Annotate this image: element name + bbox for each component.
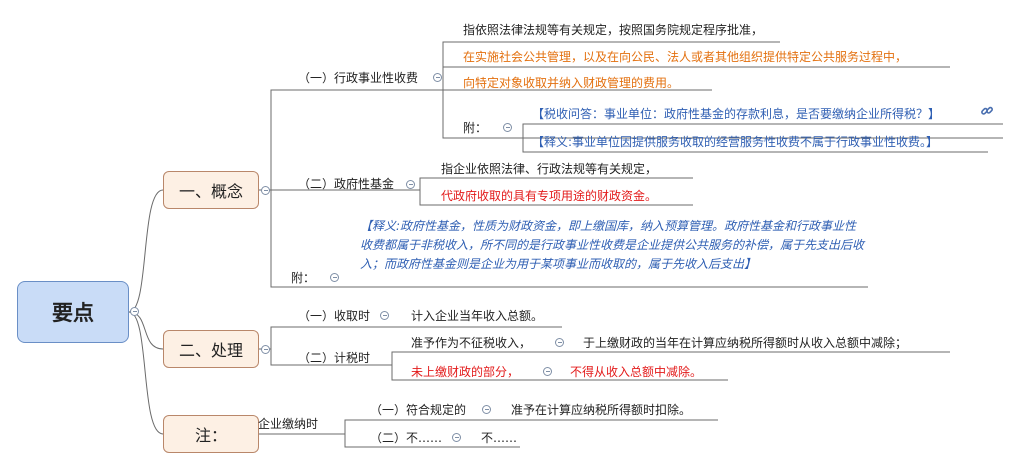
collapse-toggle-fee[interactable]: [433, 73, 442, 82]
collapse-toggle-note-item-1[interactable]: [482, 405, 491, 414]
handling-label: 二、处理: [178, 341, 243, 360]
fund-line-1: 指企业依照法律、行政法规等有关规定，: [441, 162, 658, 176]
tax-row2-label[interactable]: 未上缴财政的部分，: [411, 364, 519, 380]
tax-row1-text: 于上缴财政的当年在计算应纳税所得额时从收入总额中减除；: [583, 336, 908, 350]
note-node[interactable]: 注：: [163, 415, 259, 453]
note-item-1-text: 准予在计算应纳税所得额时扣除。: [511, 403, 692, 417]
receive-text: 计入企业当年收入总额。: [411, 309, 544, 323]
note-item-2-text: 不……: [481, 431, 518, 445]
fee-line-2: 在实施社会公共管理，以及在向公民、法人或者其他组织提供特定公共服务过程中，: [463, 50, 908, 64]
fee-label[interactable]: （一）行政事业性收费: [298, 70, 418, 86]
tax-label[interactable]: （二）计税时: [298, 350, 370, 366]
collapse-toggle-tax-row2[interactable]: [543, 367, 552, 376]
tax-row1-label[interactable]: 准予作为不征税收入，: [411, 335, 531, 351]
fund-line-2: 代政府收取的具有专项用途的财政资金。: [441, 189, 658, 203]
note-item-1-label[interactable]: （一）符合规定的: [370, 402, 466, 418]
collapse-toggle-root[interactable]: [130, 307, 139, 316]
root-label: 要点: [52, 301, 94, 325]
concept-label: 一、概念: [178, 182, 243, 201]
note-branch-label[interactable]: 企业缴纳时: [258, 416, 318, 432]
tax-row2-text: 不得从收入总额中减除。: [570, 365, 703, 379]
collapse-toggle-concept-attach[interactable]: [330, 273, 339, 282]
link-icon[interactable]: [980, 104, 994, 118]
note-item-2-label[interactable]: （二）不……: [370, 430, 442, 446]
collapse-toggle-fee-attach[interactable]: [503, 123, 512, 132]
concept-attach-note: 【释义:政府性基金，性质为财政资金，即上缴国库，纳入预算管理。政府性基金和行政事…: [360, 219, 865, 271]
fund-label[interactable]: （二）政府性基金: [298, 176, 394, 192]
collapse-toggle-fund[interactable]: [406, 180, 415, 189]
fee-attach-label[interactable]: 附：: [463, 120, 487, 136]
fee-attach-item-1[interactable]: 【税收问答：事业单位：政府性基金的存款利息，是否要缴纳企业所得税？】: [532, 106, 940, 122]
note-label: 注：: [194, 426, 227, 445]
collapse-toggle-tax-row1[interactable]: [555, 338, 564, 347]
receive-label[interactable]: （一）收取时: [298, 308, 370, 324]
concept-attach-label[interactable]: 附：: [291, 270, 315, 286]
collapse-toggle-note-item-2[interactable]: [452, 433, 461, 442]
collapse-toggle-concept[interactable]: [261, 186, 270, 195]
fee-line-3: 向特定对象收取并纳入财政管理的费用。: [463, 76, 680, 90]
collapse-toggle-handling[interactable]: [261, 345, 270, 354]
fee-line-1: 指依照法律法规等有关规定，按照国务院规定程序批准，: [463, 23, 764, 37]
handling-node[interactable]: 二、处理: [163, 330, 259, 368]
concept-node[interactable]: 一、概念: [163, 171, 259, 209]
collapse-toggle-receive[interactable]: [380, 311, 389, 320]
root-node[interactable]: 要点: [17, 281, 129, 343]
fee-attach-item-2: 【释义:事业单位因提供服务收取的经营服务性收费不属于行政事业性收费。】: [532, 135, 939, 149]
